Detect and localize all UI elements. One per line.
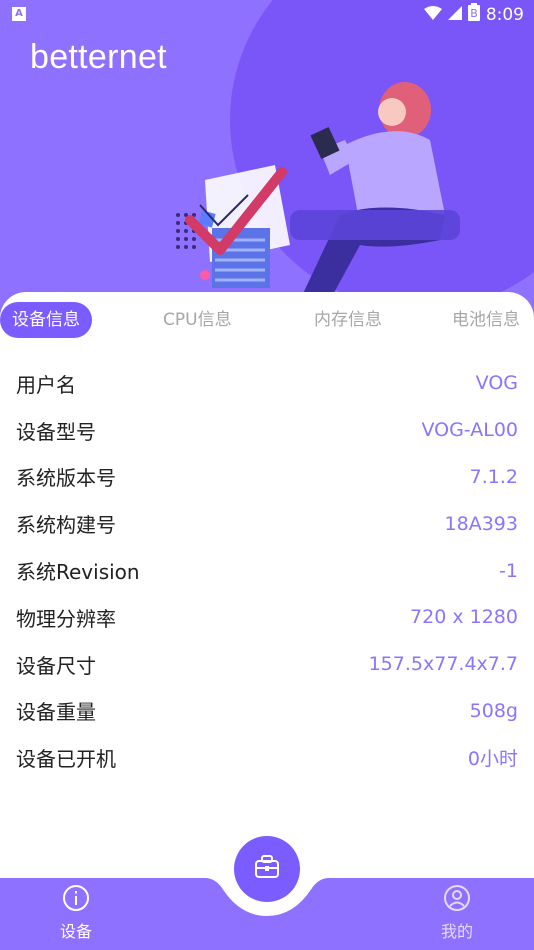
user-icon: [417, 884, 497, 916]
briefcase-icon: [254, 855, 280, 883]
tab-device-info[interactable]: 设备信息: [0, 302, 92, 338]
row-value: VOG-AL00: [421, 419, 518, 442]
row-label: 设备尺寸: [16, 653, 96, 678]
signal-icon: [447, 5, 462, 25]
row-label: 系统Revision: [16, 560, 140, 585]
list-item: 物理分辨率 720 x 1280: [0, 594, 534, 641]
nav-device-button[interactable]: 设备: [36, 884, 116, 942]
row-value: 7.1.2: [469, 465, 518, 488]
list-item: 系统Revision -1: [0, 547, 534, 594]
status-bar: A B 8:09: [0, 0, 534, 28]
info-tabs: 设备信息 CPU信息 内存信息 电池信息: [0, 302, 534, 342]
list-item: 系统版本号 7.1.2: [0, 454, 534, 501]
row-value: -1: [499, 559, 518, 582]
tab-cpu-info[interactable]: CPU信息: [163, 302, 232, 338]
notification-icon: A: [12, 7, 26, 21]
nav-mine-label: 我的: [440, 922, 473, 941]
tab-battery-info[interactable]: 电池信息: [452, 302, 520, 338]
row-label: 设备型号: [16, 419, 96, 444]
app-title: betternet: [30, 38, 167, 76]
row-value: 0小时: [467, 748, 518, 771]
row-label: 设备重量: [16, 700, 96, 725]
info-icon: [36, 884, 116, 916]
device-info-list: 用户名 VOG 设备型号 VOG-AL00 系统版本号 7.1.2 系统构建号 …: [0, 360, 534, 781]
battery-icon: B: [467, 3, 480, 26]
tab-memory-info[interactable]: 内存信息: [314, 302, 382, 338]
status-time: 8:09: [485, 4, 524, 25]
list-item: 设备重量 508g: [0, 688, 534, 735]
row-label: 用户名: [16, 372, 76, 397]
row-label: 系统版本号: [16, 466, 116, 491]
toolbox-fab[interactable]: [234, 836, 300, 902]
svg-text:B: B: [470, 7, 478, 20]
nav-mine-button[interactable]: 我的: [417, 884, 497, 942]
list-item: 设备尺寸 157.5x77.4x7.7: [0, 641, 534, 688]
row-label: 系统构建号: [16, 513, 116, 538]
row-value: 157.5x77.4x7.7: [368, 653, 518, 676]
list-item: 用户名 VOG: [0, 360, 534, 407]
hero-banner: A B 8:09 betternet: [0, 0, 534, 320]
nav-device-label: 设备: [59, 922, 92, 941]
row-value: VOG: [475, 372, 518, 395]
row-label: 物理分辨率: [16, 606, 116, 631]
row-value: 18A393: [444, 512, 518, 535]
list-item: 系统构建号 18A393: [0, 500, 534, 547]
row-value: 720 x 1280: [410, 606, 518, 629]
list-item: 设备型号 VOG-AL00: [0, 407, 534, 454]
list-item: 设备已开机 0小时: [0, 734, 534, 781]
wifi-icon: [423, 5, 442, 25]
row-value: 508g: [469, 699, 518, 722]
row-label: 设备已开机: [16, 747, 116, 772]
